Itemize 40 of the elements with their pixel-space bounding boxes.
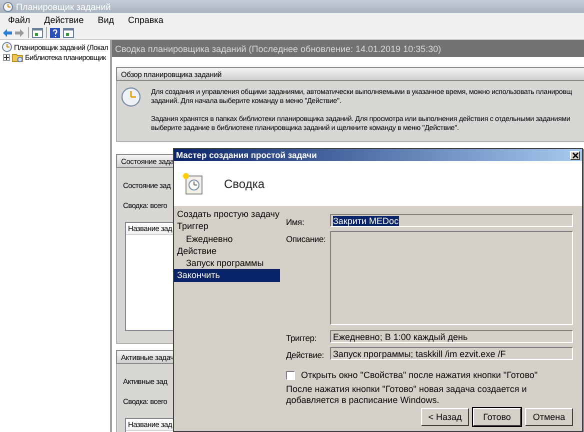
summary-header: Сводка планировщика заданий (Последнее обновление: 14.01.2019 10:35:30) xyxy=(112,40,584,57)
wizard-step[interactable]: Запуск программы xyxy=(174,257,280,270)
field-label: Имя: xyxy=(286,216,306,227)
expand-toggle[interactable] xyxy=(3,54,10,60)
wizard-heading: Сводка xyxy=(224,176,265,190)
back-icon[interactable] xyxy=(2,28,12,38)
dialog-title: Мастер создания простой задачи xyxy=(176,150,317,160)
menu-item[interactable]: Вид xyxy=(98,14,114,24)
panel-icon[interactable] xyxy=(63,28,74,38)
close-button[interactable] xyxy=(570,150,580,160)
window-title: Планировщик заданий xyxy=(16,2,111,12)
folder-icon xyxy=(12,52,23,62)
checkbox-label[interactable]: Открыть окно "Свойства" после нажатия кнопки "Готово" xyxy=(301,370,538,380)
text-field[interactable]: Ежедневно; В 1:00 каждый день xyxy=(330,330,573,343)
note-text: После нажатия кнопки "Готово" новая задача создается и добавляется в расписание Windows. xyxy=(286,384,528,406)
window-icon[interactable] xyxy=(32,28,43,38)
wizard-step[interactable]: Ежедневно xyxy=(174,232,280,245)
dialog-button[interactable]: Готово xyxy=(473,408,521,426)
dialog-button[interactable]: Отмена xyxy=(525,408,573,426)
plus-icon xyxy=(4,54,9,60)
wizard-step[interactable]: Создать простую задачу xyxy=(174,208,280,220)
calendar-clock-icon xyxy=(182,172,204,195)
clock-icon xyxy=(121,87,141,107)
menu-item[interactable]: Файл xyxy=(8,14,30,24)
help-icon[interactable] xyxy=(50,28,60,38)
text-field[interactable]: Запуск программы; taskkill /im ezvit.exe /F xyxy=(330,347,573,360)
menu-item[interactable]: Справка xyxy=(128,14,164,24)
dialog-button[interactable]: < Назад xyxy=(421,408,469,426)
description-field[interactable] xyxy=(330,231,573,325)
wizard-step[interactable]: Действие xyxy=(174,244,280,258)
field-label: Описание: xyxy=(286,233,327,244)
text-field[interactable]: Закрити MEDoc xyxy=(330,214,573,227)
forward-icon[interactable] xyxy=(15,28,25,38)
wizard-step[interactable]: Закончить xyxy=(174,269,280,282)
menu-item[interactable]: Действие xyxy=(44,14,84,24)
close-icon xyxy=(572,152,578,158)
field-label: Триггер: xyxy=(286,332,318,343)
checkbox[interactable] xyxy=(286,370,295,380)
wizard-step[interactable]: Триггер xyxy=(174,220,280,233)
field-label: Действие: xyxy=(286,349,325,360)
